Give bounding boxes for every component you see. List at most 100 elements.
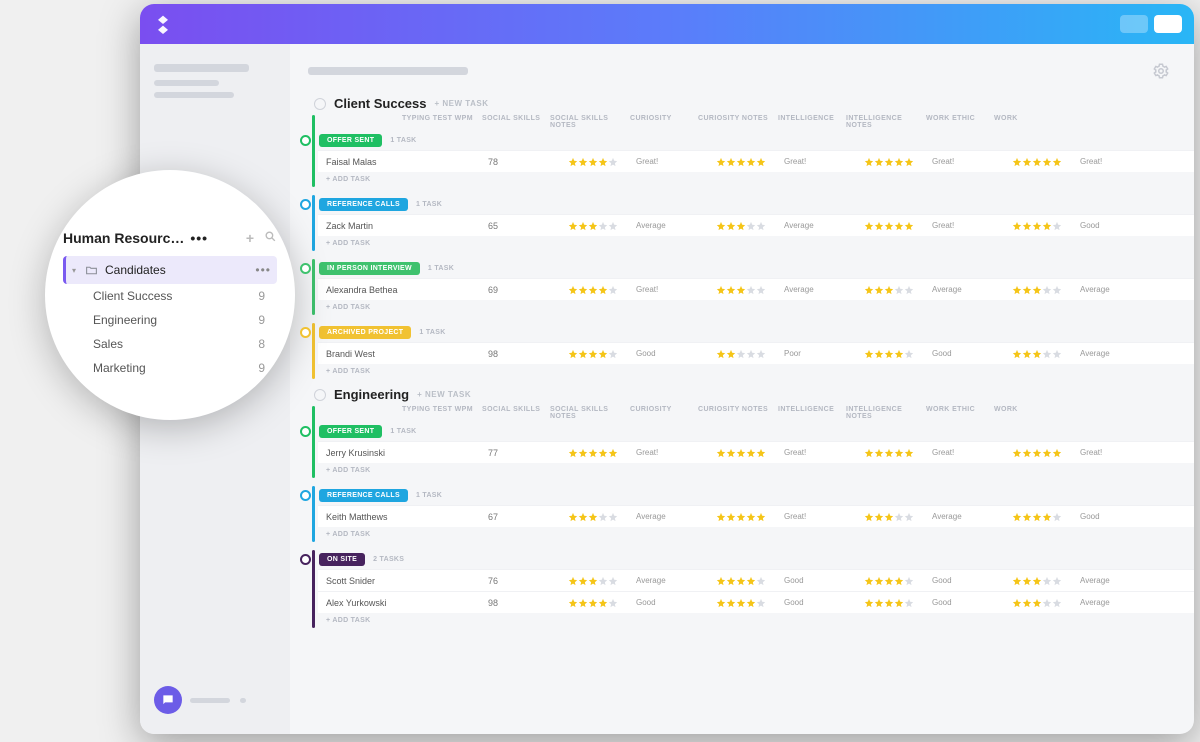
workethic-note: Average [1080, 285, 1160, 294]
status-circle-icon[interactable] [300, 554, 311, 565]
window-max-button[interactable] [1154, 15, 1182, 33]
space-title[interactable]: Human Resourc… ••• + [63, 230, 277, 246]
sidebar-list-item[interactable]: Marketing 9 [63, 356, 277, 380]
status-label[interactable]: IN PERSON INTERVIEW [319, 262, 420, 275]
more-icon[interactable]: ••• [190, 230, 208, 246]
task-row[interactable]: Jerry Krusinski 77 Great! Great! Great! … [318, 441, 1194, 463]
social-rating[interactable] [568, 349, 636, 359]
collapse-icon[interactable] [314, 389, 326, 401]
task-row[interactable]: Brandi West 98 Good Poor Good Average [318, 342, 1194, 364]
new-task-button[interactable]: + NEW TASK [435, 99, 489, 108]
curiosity-rating[interactable] [716, 221, 784, 231]
workethic-rating[interactable] [1012, 349, 1080, 359]
status-circle-icon[interactable] [300, 263, 311, 274]
space-name: Human Resourc… [63, 230, 184, 246]
workethic-rating[interactable] [1012, 157, 1080, 167]
status-label[interactable]: ARCHIVED PROJECT [319, 326, 411, 339]
sidebar-list-item[interactable]: Engineering 9 [63, 308, 277, 332]
chevron-down-icon: ▾ [72, 266, 81, 275]
star-icon [726, 285, 736, 295]
add-task-button[interactable]: + ADD TASK [318, 172, 1194, 187]
intelligence-rating[interactable] [864, 512, 932, 522]
star-icon [874, 221, 884, 231]
window-min-button[interactable] [1120, 15, 1148, 33]
curiosity-rating[interactable] [716, 285, 784, 295]
new-task-button[interactable]: + NEW TASK [417, 390, 471, 399]
status-label[interactable]: REFERENCE CALLS [319, 489, 408, 502]
task-row[interactable]: Alexandra Bethea 69 Great! Average Avera… [318, 278, 1194, 300]
task-name: Alexandra Bethea [318, 285, 488, 295]
status-label[interactable]: OFFER SENT [319, 425, 382, 438]
add-task-button[interactable]: + ADD TASK [318, 300, 1194, 315]
intelligence-rating[interactable] [864, 576, 932, 586]
social-rating[interactable] [568, 512, 636, 522]
status-circle-icon[interactable] [300, 426, 311, 437]
task-row[interactable]: Keith Matthews 67 Average Great! Average… [318, 505, 1194, 527]
curiosity-rating[interactable] [716, 576, 784, 586]
workethic-rating[interactable] [1012, 598, 1080, 608]
status-circle-icon[interactable] [300, 135, 311, 146]
add-task-button[interactable]: + ADD TASK [318, 364, 1194, 379]
add-task-button[interactable]: + ADD TASK [318, 463, 1194, 478]
workethic-rating[interactable] [1012, 576, 1080, 586]
add-task-button[interactable]: + ADD TASK [318, 236, 1194, 251]
more-icon[interactable]: ••• [255, 263, 271, 277]
status-circle-icon[interactable] [300, 199, 311, 210]
star-icon [568, 285, 578, 295]
task-row[interactable]: Alex Yurkowski 98 Good Good Good Average [318, 591, 1194, 613]
folder-candidates[interactable]: ▾ Candidates ••• [63, 256, 277, 284]
collapse-icon[interactable] [314, 98, 326, 110]
intelligence-rating[interactable] [864, 157, 932, 167]
curiosity-rating[interactable] [716, 598, 784, 608]
social-rating[interactable] [568, 598, 636, 608]
settings-gear-icon[interactable] [1152, 62, 1170, 80]
sidebar-list-item[interactable]: Client Success 9 [63, 284, 277, 308]
intelligence-rating[interactable] [864, 448, 932, 458]
star-icon [578, 576, 588, 586]
status-label[interactable]: REFERENCE CALLS [319, 198, 408, 211]
status-circle-icon[interactable] [300, 327, 311, 338]
social-rating[interactable] [568, 221, 636, 231]
search-icon[interactable] [264, 230, 277, 246]
workethic-rating[interactable] [1012, 221, 1080, 231]
star-icon [894, 285, 904, 295]
social-rating[interactable] [568, 285, 636, 295]
intelligence-rating[interactable] [864, 221, 932, 231]
add-task-button[interactable]: + ADD TASK [318, 527, 1194, 542]
star-icon [578, 448, 588, 458]
star-icon [864, 349, 874, 359]
chat-fab-button[interactable] [154, 686, 182, 714]
intelligence-rating[interactable] [864, 598, 932, 608]
add-icon[interactable]: + [246, 230, 254, 246]
typing-value: 98 [488, 598, 568, 608]
group-title[interactable]: Client Success + NEW TASK [314, 96, 1194, 111]
star-icon [1022, 157, 1032, 167]
sidebar-list-item[interactable]: Sales 8 [63, 332, 277, 356]
star-icon [746, 598, 756, 608]
social-rating[interactable] [568, 576, 636, 586]
social-rating[interactable] [568, 157, 636, 167]
curiosity-rating[interactable] [716, 512, 784, 522]
workethic-rating[interactable] [1012, 285, 1080, 295]
task-name: Faisal Malas [318, 157, 488, 167]
status-label[interactable]: ON SITE [319, 553, 365, 566]
star-icon [864, 448, 874, 458]
curiosity-rating[interactable] [716, 448, 784, 458]
intelligence-rating[interactable] [864, 349, 932, 359]
status-label[interactable]: OFFER SENT [319, 134, 382, 147]
star-icon [864, 221, 874, 231]
curiosity-rating[interactable] [716, 157, 784, 167]
add-task-button[interactable]: + ADD TASK [318, 613, 1194, 628]
star-icon [1012, 448, 1022, 458]
workethic-rating[interactable] [1012, 448, 1080, 458]
social-rating[interactable] [568, 448, 636, 458]
task-row[interactable]: Faisal Malas 78 Great! Great! Great! Gre… [318, 150, 1194, 172]
workethic-rating[interactable] [1012, 512, 1080, 522]
star-icon [756, 448, 766, 458]
status-circle-icon[interactable] [300, 490, 311, 501]
group-title[interactable]: Engineering + NEW TASK [314, 387, 1194, 402]
task-row[interactable]: Scott Snider 76 Average Good Good Averag… [318, 569, 1194, 591]
intelligence-rating[interactable] [864, 285, 932, 295]
task-row[interactable]: Zack Martin 65 Average Average Great! Go… [318, 214, 1194, 236]
curiosity-rating[interactable] [716, 349, 784, 359]
